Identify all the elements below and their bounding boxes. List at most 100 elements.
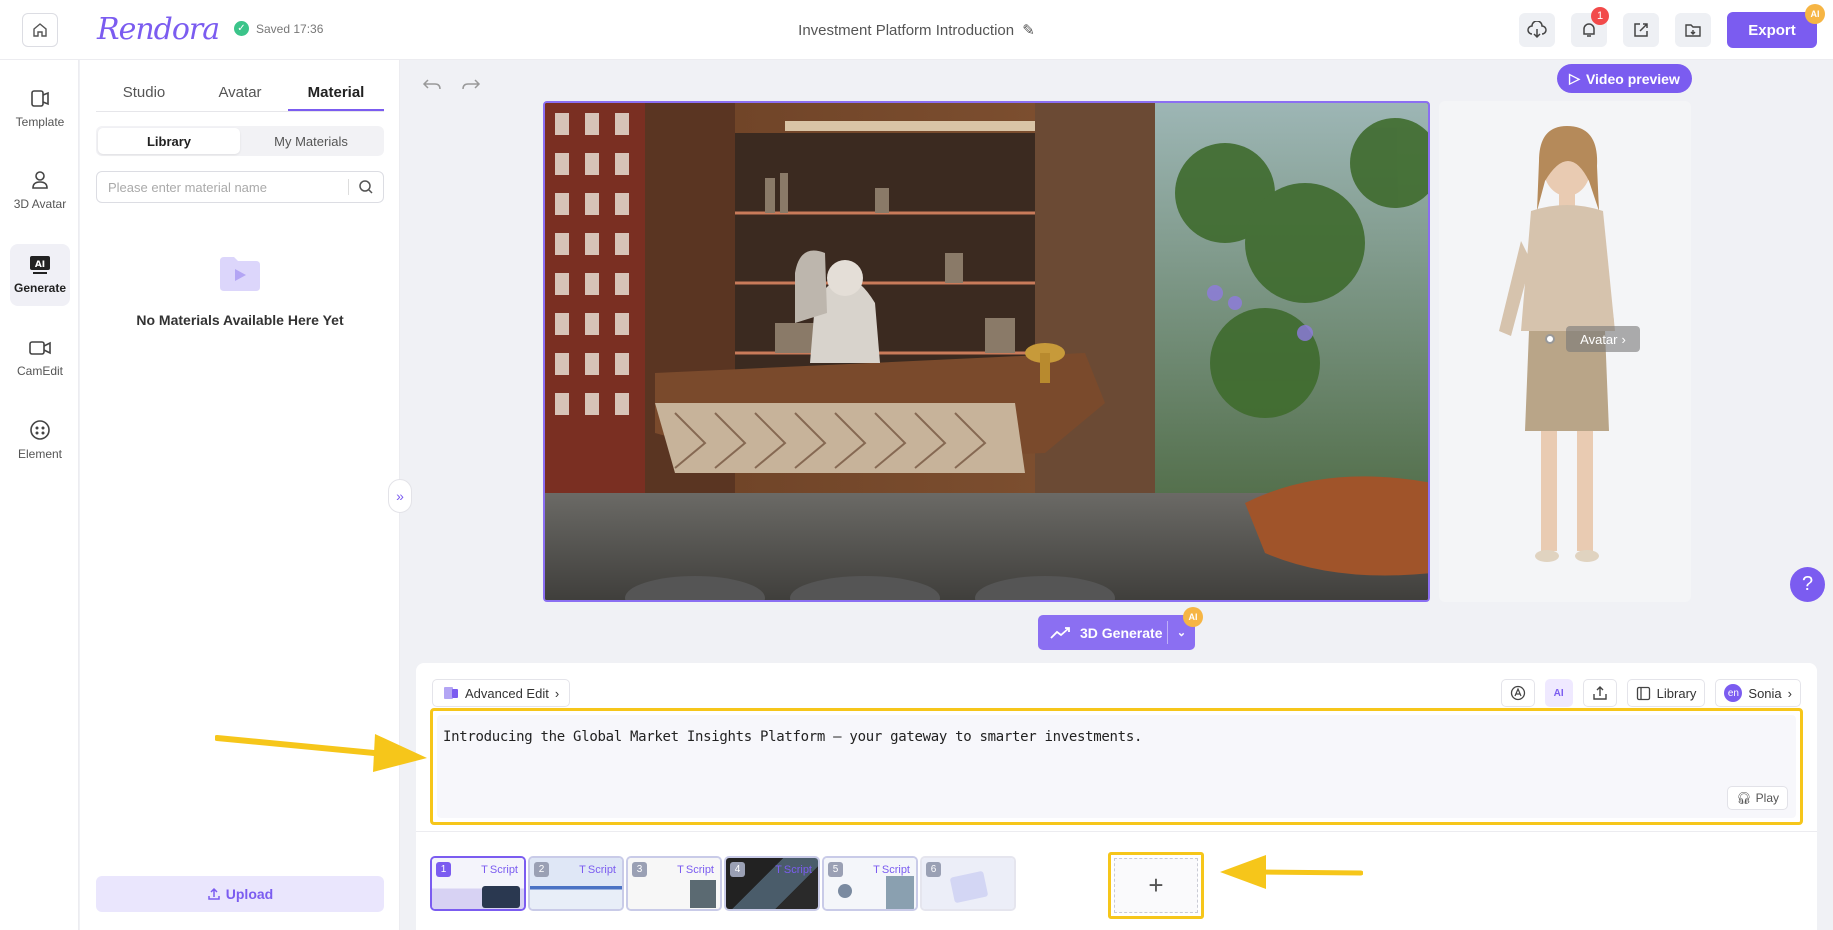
template-icon xyxy=(31,90,49,107)
library-icon xyxy=(1636,686,1650,700)
app-logo: Rendora xyxy=(97,12,220,47)
nav-camedit[interactable]: CamEdit xyxy=(10,327,70,389)
notifications-button[interactable]: 1 xyxy=(1571,7,1609,47)
upload-label: Upload xyxy=(225,886,274,902)
play-script-button[interactable]: 🎧︎ Play xyxy=(1727,786,1788,810)
upload-button[interactable]: Upload xyxy=(96,876,384,912)
collapse-panel-button[interactable]: » xyxy=(388,479,412,513)
slide-thumb-4[interactable]: 4 T Script xyxy=(724,856,820,911)
chevron-right-icon: › xyxy=(1787,685,1792,701)
nav-template[interactable]: Template xyxy=(10,77,70,139)
office-scene-image xyxy=(545,103,1428,600)
empty-folder-icon xyxy=(220,257,260,291)
video-preview-button[interactable]: ▷ Video preview xyxy=(1557,64,1692,93)
slide-thumb-6[interactable]: 6 xyxy=(920,856,1016,911)
upload-icon xyxy=(208,887,220,900)
cloud-download-icon xyxy=(1527,21,1547,39)
plus-icon: + xyxy=(1148,870,1164,900)
slide-script-label: T Script xyxy=(873,864,910,876)
voice-name: Sonia xyxy=(1748,685,1782,701)
advanced-edit-button[interactable]: Advanced Edit › xyxy=(432,679,571,707)
slide-thumb-1[interactable]: 1 T Script xyxy=(430,856,526,911)
avatar-preview-card[interactable]: Avatar › xyxy=(1439,101,1691,602)
edit-pencil-icon[interactable]: ✎ xyxy=(1022,22,1035,39)
avatar-tag-button[interactable]: Avatar › xyxy=(1566,326,1640,352)
text-t-icon: T xyxy=(873,864,880,876)
help-button[interactable]: ? xyxy=(1790,567,1825,602)
script-textarea[interactable]: Introducing the Global Market Insights P… xyxy=(437,715,1796,818)
tab-material[interactable]: Material xyxy=(288,82,384,111)
redo-icon xyxy=(462,79,481,90)
script-highlight-frame: Introducing the Global Market Insights P… xyxy=(430,708,1803,825)
slide-script-label: T Script xyxy=(677,864,714,876)
slide-script-label: T Script xyxy=(775,864,812,876)
upload-tray-icon xyxy=(1592,686,1607,700)
voice-language-badge: en xyxy=(1724,684,1743,702)
slide-number: 3 xyxy=(632,862,647,877)
tab-avatar[interactable]: Avatar xyxy=(192,82,288,111)
ai-badge: AI xyxy=(1805,4,1825,24)
cloud-download-button[interactable] xyxy=(1519,13,1555,47)
home-button[interactable] xyxy=(22,13,58,47)
saved-text: Saved 17:36 xyxy=(256,21,324,36)
help-icon: ? xyxy=(1801,573,1814,595)
element-icon xyxy=(30,420,50,440)
camera-icon xyxy=(29,341,51,355)
export-label: Export xyxy=(1748,21,1796,39)
slide-script-label: T Script xyxy=(481,864,518,876)
3d-generate-button[interactable]: 3D Generate ⌄ AI xyxy=(1038,607,1203,650)
share-button[interactable] xyxy=(1623,13,1659,47)
side-nav: Template 3D Avatar AI Generate CamEdit E… xyxy=(0,60,79,930)
segment-library[interactable]: Library xyxy=(98,128,240,154)
voice-selector[interactable]: en Sonia › xyxy=(1715,679,1801,707)
nav-3d-avatar-label: 3D Avatar xyxy=(13,197,67,211)
add-slide-button[interactable]: + xyxy=(1114,858,1198,913)
avatar-tag-label: Avatar xyxy=(1580,331,1618,347)
double-chevron-right-icon: » xyxy=(396,488,404,504)
tab-studio[interactable]: Studio xyxy=(96,82,192,111)
save-status: ✓ Saved 17:36 xyxy=(234,21,323,36)
scene-canvas[interactable] xyxy=(543,101,1430,602)
avatar-anchor-dot xyxy=(1545,334,1555,344)
avatar-icon xyxy=(32,171,48,189)
share-icon xyxy=(1634,23,1648,37)
slide-number: 5 xyxy=(828,862,843,877)
segment-my-materials[interactable]: My Materials xyxy=(240,128,382,154)
editor-toolbar: AI Library en Sonia › xyxy=(1500,679,1801,707)
slide-thumb-2[interactable]: 2 T Script xyxy=(528,856,624,911)
text-t-icon: T xyxy=(481,864,488,876)
slide-thumb-5[interactable]: 5 T Script xyxy=(822,856,918,911)
notification-badge: 1 xyxy=(1591,7,1609,25)
redo-button[interactable] xyxy=(458,74,484,96)
ai-generate-icon: AI xyxy=(30,256,50,274)
ai-script-button[interactable]: AI xyxy=(1544,679,1573,707)
chevron-down-icon: ⌄ xyxy=(1176,627,1187,639)
material-panel: Studio Avatar Material Library My Materi… xyxy=(80,60,400,930)
slide-thumb-3[interactable]: 3 T Script xyxy=(626,856,722,911)
nav-3d-avatar[interactable]: 3D Avatar xyxy=(10,159,70,221)
check-icon: ✓ xyxy=(234,21,249,36)
editor-divider xyxy=(416,831,1817,832)
export-script-button[interactable] xyxy=(1582,679,1617,707)
slide-number: 2 xyxy=(534,862,549,877)
panel-tabs: Studio Avatar Material xyxy=(96,82,384,112)
nav-generate[interactable]: AI Generate xyxy=(10,244,70,306)
play-label: Play xyxy=(1755,791,1779,805)
script-editor: Advanced Edit › AI Library en Sonia › In… xyxy=(416,663,1817,930)
video-preview-label: Video preview xyxy=(1585,70,1680,87)
material-search-input[interactable] xyxy=(97,173,348,201)
slide-number: 1 xyxy=(436,862,451,877)
project-title[interactable]: Investment Platform Introduction xyxy=(798,22,1014,39)
nav-element[interactable]: Element xyxy=(10,409,70,471)
headphones-icon: 🎧︎ xyxy=(1736,791,1752,805)
translate-button[interactable] xyxy=(1500,679,1535,707)
empty-state-text: No Materials Available Here Yet xyxy=(136,312,344,328)
export-button[interactable]: Export AI xyxy=(1727,4,1825,48)
folder-button[interactable] xyxy=(1675,13,1711,47)
undo-button[interactable] xyxy=(419,74,445,96)
script-library-button[interactable]: Library xyxy=(1626,679,1706,707)
ai-script-label: AI xyxy=(1553,687,1564,699)
search-icon[interactable] xyxy=(349,179,383,195)
library-segment: Library My Materials xyxy=(96,126,384,156)
avatar-figure-image xyxy=(1499,126,1615,562)
